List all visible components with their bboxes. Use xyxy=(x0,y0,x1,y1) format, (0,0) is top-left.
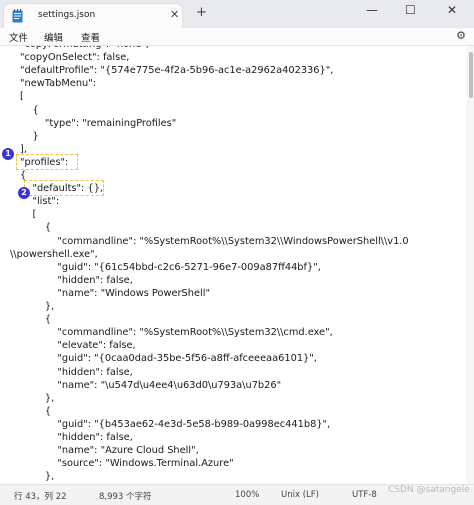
code-line: }, xyxy=(20,301,55,312)
code-line: [ xyxy=(20,91,24,103)
code-line: "name": "Azure Cloud Shell", xyxy=(20,445,199,457)
code-line: "copyOnSelect": false, xyxy=(20,52,130,64)
code-line: { xyxy=(20,314,52,326)
text-editor[interactable]: 1 2 "copyFormatting": "none","copyOnSele… xyxy=(0,46,474,484)
line-ending: Unix (LF) xyxy=(281,490,319,500)
code-line: { xyxy=(20,405,52,417)
code-line: \\powershell.exe", xyxy=(10,248,98,260)
code-line: "hidden": false, xyxy=(20,366,133,378)
code-line: ], xyxy=(20,143,27,155)
code-line: "name": "Windows PowerShell" xyxy=(20,287,210,299)
code-line: [ xyxy=(20,209,37,221)
code-line: "guid": "{b453ae62-4e3d-5e58-b989-0a998e… xyxy=(20,418,331,430)
title-bar: settings.json ✕ + — ☐ ✕ xyxy=(0,0,474,28)
code-line: "commandline": "%SystemRoot%\\System32\\… xyxy=(20,327,333,339)
code-line: "list": xyxy=(20,196,60,208)
minimize-icon[interactable]: — xyxy=(366,3,378,17)
cursor-position: 行 43，列 22 xyxy=(14,492,67,502)
code-line: "name": "\u547d\u4ee4\u63d0\u793a\u7b26" xyxy=(20,379,282,391)
tab-title: settings.json xyxy=(38,10,96,20)
code-line: "source": "Windows.Terminal.Azure" xyxy=(20,458,234,470)
close-window-icon[interactable]: ✕ xyxy=(447,3,457,17)
code-line: "commandline": "%SystemRoot%\\System32\\… xyxy=(20,235,409,247)
maximize-icon[interactable]: ☐ xyxy=(405,3,416,17)
char-count: 8,993 个字符 xyxy=(99,492,152,502)
notepad-icon xyxy=(12,9,23,23)
vertical-scrollbar[interactable] xyxy=(466,46,474,484)
code-line: }, xyxy=(20,471,55,483)
zoom-level: 100% xyxy=(235,490,260,500)
tab-settings-json[interactable]: settings.json ✕ xyxy=(4,4,182,28)
close-tab-icon[interactable]: ✕ xyxy=(170,8,179,21)
code-line: "elevate": false, xyxy=(20,340,136,352)
code-line: "profiles": xyxy=(20,156,69,168)
code-line: { xyxy=(20,222,52,234)
code-line: "defaultProfile": "{574e775e-4f2a-5b96-a… xyxy=(20,65,334,77)
code-line: } xyxy=(20,130,39,142)
code-line: "type": "remainingProfiles" xyxy=(20,117,177,129)
code-line: "hidden": false, xyxy=(20,274,133,286)
menu-file[interactable]: 文件 xyxy=(9,30,28,44)
menu-bar: 文件 编辑 查看 ⚙ xyxy=(0,28,474,46)
watermark: CSDN @satangele xyxy=(388,485,470,495)
code-line: }, xyxy=(20,392,55,404)
code-line: "newTabMenu": xyxy=(20,78,97,90)
menu-view[interactable]: 查看 xyxy=(81,30,100,44)
code-line: "guid": "{0caa0dad-35be-5f56-a8ff-afceee… xyxy=(20,353,317,365)
code-line: "guid": "{61c54bbd-c2c6-5271-96e7-009a87… xyxy=(20,261,321,273)
gear-icon[interactable]: ⚙ xyxy=(456,29,466,42)
new-tab-button[interactable]: + xyxy=(196,5,207,20)
code-line: { xyxy=(20,170,27,181)
annotation-badge-1: 1 xyxy=(2,148,14,160)
code-line: "defaults": {}, xyxy=(20,183,104,195)
menu-edit[interactable]: 编辑 xyxy=(44,30,63,44)
code-line: "hidden": false, xyxy=(20,432,133,443)
code-line: { xyxy=(20,104,39,116)
scrollbar-thumb[interactable] xyxy=(469,52,473,98)
encoding: UTF-8 xyxy=(352,490,377,500)
